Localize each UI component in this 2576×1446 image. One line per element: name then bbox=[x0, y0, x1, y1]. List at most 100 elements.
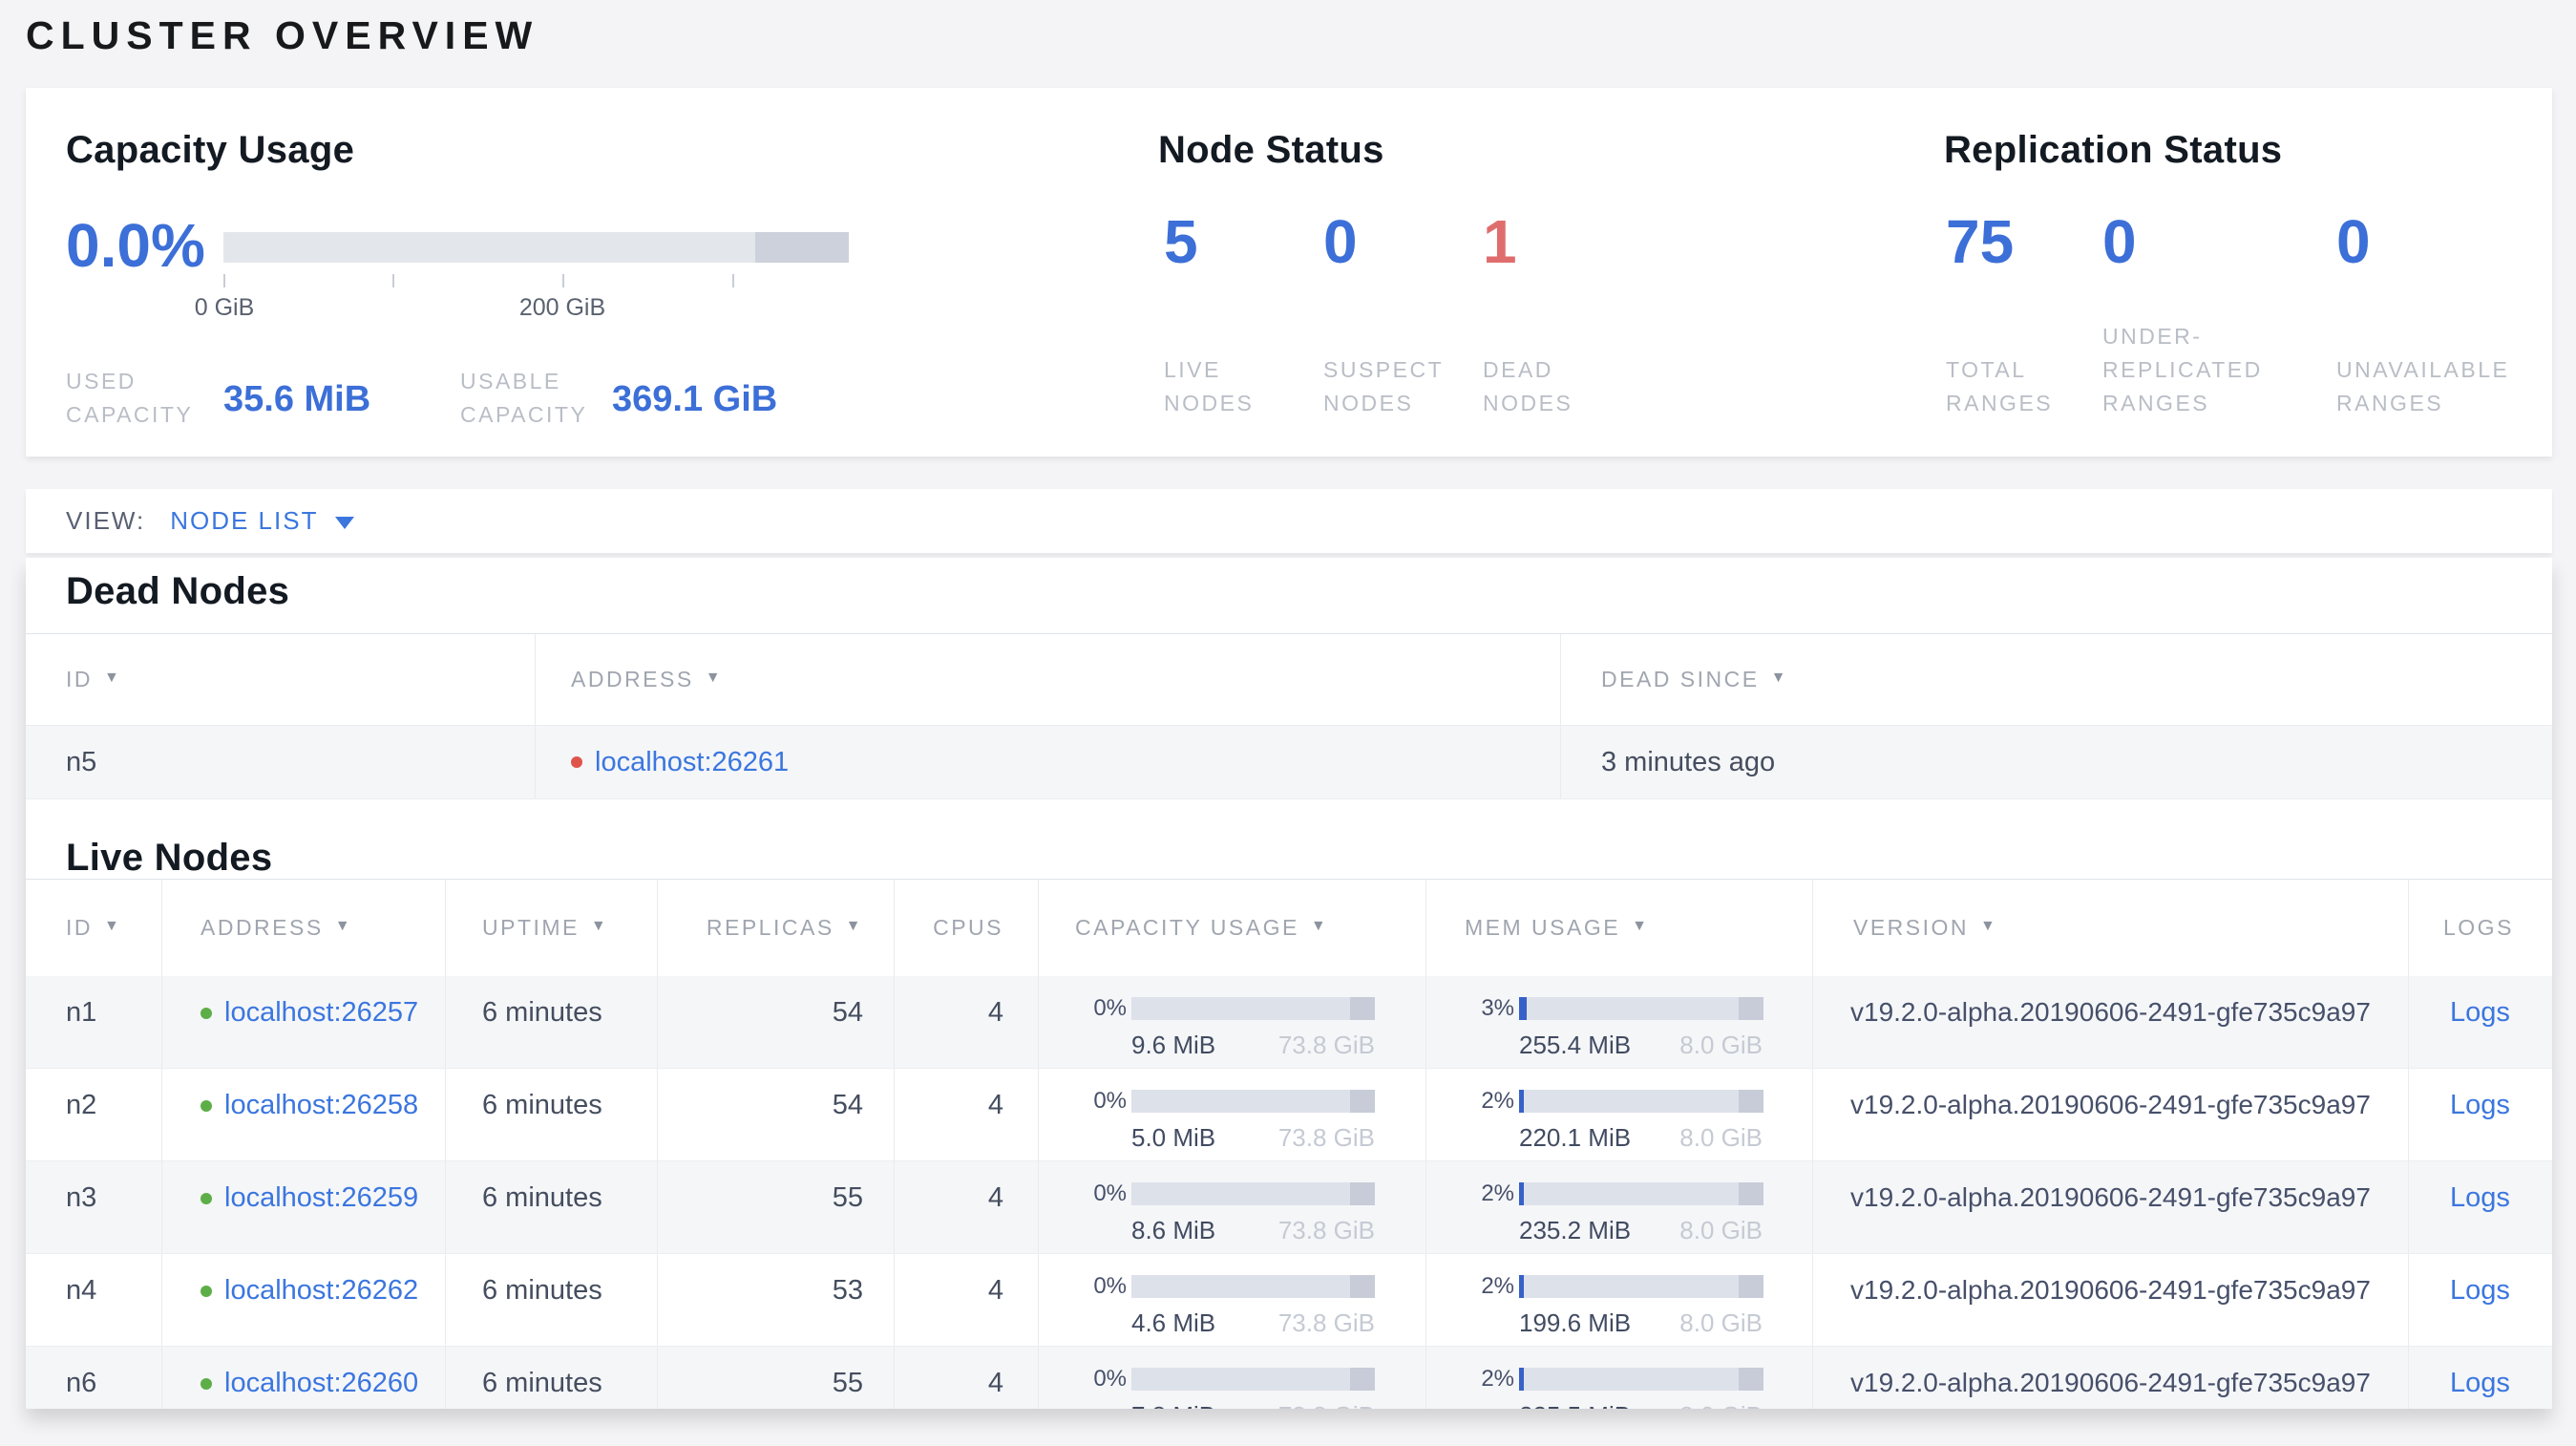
logs-link[interactable]: Logs bbox=[2450, 1368, 2510, 1398]
col-header-version[interactable]: VERSION ▼ bbox=[1813, 880, 2409, 976]
node-address-cell: localhost:26259 bbox=[162, 1161, 446, 1253]
capacity-minibar bbox=[1131, 1182, 1375, 1205]
mem-minibar bbox=[1519, 1368, 1763, 1391]
sort-desc-icon: ▼ bbox=[104, 917, 122, 934]
capacity-total-value: 73.8 GiB bbox=[1277, 1123, 1375, 1152]
capacity-used-percent: 0.0% bbox=[66, 211, 205, 280]
col-header-mem-usage[interactable]: MEM USAGE ▼ bbox=[1426, 880, 1813, 976]
logs-cell: Logs bbox=[2409, 1161, 2552, 1253]
total-ranges-label: TOTAL RANGES bbox=[1946, 357, 2054, 415]
logs-link[interactable]: Logs bbox=[2450, 997, 2510, 1028]
node-address-link[interactable]: localhost:26262 bbox=[224, 1275, 418, 1307]
dead-nodes-stat: 1 DEAD NODES bbox=[1483, 207, 1642, 420]
replicas-cell: 55 bbox=[658, 1347, 895, 1409]
view-dropdown[interactable]: NODE LIST bbox=[170, 506, 355, 536]
capacity-minibar bbox=[1131, 1368, 1375, 1391]
node-live-dot-icon bbox=[201, 1193, 212, 1204]
capacity-pct: 0% bbox=[1093, 1088, 1127, 1114]
live-node-row: n3 localhost:26259 6 minutes 55 4 0% 8.6… bbox=[26, 1161, 2552, 1254]
logs-cell: Logs bbox=[2409, 976, 2552, 1068]
node-address-cell: localhost:26260 bbox=[162, 1347, 446, 1409]
node-address-cell: localhost:26258 bbox=[162, 1069, 446, 1160]
cpus-cell: 4 bbox=[895, 1161, 1039, 1253]
mem-used-value: 220.1 MiB bbox=[1519, 1123, 1632, 1152]
node-address-link[interactable]: localhost:26257 bbox=[224, 997, 418, 1029]
node-id-cell: n4 bbox=[26, 1254, 162, 1346]
mem-minibar bbox=[1519, 1090, 1763, 1113]
version-cell: v19.2.0-alpha.20190606-2491-gfe735c9a97 bbox=[1813, 1254, 2409, 1346]
dead-col-header-id[interactable]: ID ▼ bbox=[26, 634, 536, 725]
dead-nodes-table: ID ▼ ADDRESS ▼ DEAD SINCE ▼ n5 localhost… bbox=[26, 633, 2552, 799]
node-address-link[interactable]: localhost:26258 bbox=[224, 1090, 418, 1121]
capacity-usage-cell: 0% 4.6 MiB 73.8 GiB bbox=[1039, 1254, 1426, 1346]
logs-link[interactable]: Logs bbox=[2450, 1275, 2510, 1306]
axis-label-200gib: 200 GiB bbox=[518, 294, 606, 321]
live-node-row: n1 localhost:26257 6 minutes 54 4 0% 9.6… bbox=[26, 976, 2552, 1069]
mem-usage-cell: 2% 199.6 MiB 8.0 GiB bbox=[1426, 1254, 1813, 1346]
logs-link[interactable]: Logs bbox=[2450, 1090, 2510, 1120]
sort-desc-icon: ▼ bbox=[334, 917, 353, 934]
uptime-cell: 6 minutes bbox=[446, 1069, 658, 1160]
capacity-pct: 0% bbox=[1093, 1273, 1127, 1299]
logs-link[interactable]: Logs bbox=[2450, 1182, 2510, 1213]
replication-status-heading: Replication Status bbox=[1944, 129, 2283, 171]
col-header-replicas[interactable]: REPLICAS ▼ bbox=[658, 880, 895, 976]
live-nodes-table-header: ID ▼ ADDRESS ▼ UPTIME ▼ REPLICAS ▼ CPUS … bbox=[26, 880, 2552, 976]
suspect-nodes-count: 0 bbox=[1323, 207, 1358, 276]
capacity-total-value: 73.8 GiB bbox=[1277, 1308, 1375, 1337]
version-cell: v19.2.0-alpha.20190606-2491-gfe735c9a97 bbox=[1813, 976, 2409, 1068]
node-live-dot-icon bbox=[201, 1008, 212, 1019]
capacity-minibar bbox=[1131, 1090, 1375, 1113]
node-address-link[interactable]: localhost:26260 bbox=[224, 1368, 418, 1399]
col-header-uptime[interactable]: UPTIME ▼ bbox=[446, 880, 658, 976]
cluster-summary-card: Capacity Usage 0.0% 0 GiB 200 GiB USED C… bbox=[26, 88, 2552, 457]
capacity-minibar bbox=[1131, 997, 1375, 1020]
replicas-cell: 54 bbox=[658, 976, 895, 1068]
live-nodes-table: ID ▼ ADDRESS ▼ UPTIME ▼ REPLICAS ▼ CPUS … bbox=[26, 879, 2552, 1409]
node-status-heading: Node Status bbox=[1158, 129, 1384, 171]
dead-col-header-dead-since[interactable]: DEAD SINCE ▼ bbox=[1561, 634, 2552, 725]
dead-col-header-address[interactable]: ADDRESS ▼ bbox=[536, 634, 1561, 725]
mem-total-value: 8.0 GiB bbox=[1679, 1123, 1763, 1152]
node-address-link[interactable]: localhost:26261 bbox=[595, 747, 789, 778]
sort-desc-icon: ▼ bbox=[1980, 917, 1998, 934]
uptime-cell: 6 minutes bbox=[446, 1161, 658, 1253]
col-header-capacity-usage[interactable]: CAPACITY USAGE ▼ bbox=[1039, 880, 1426, 976]
under-replicated-ranges-stat: 0 UNDER- REPLICATED RANGES bbox=[2102, 207, 2336, 420]
page-title: CLUSTER OVERVIEW bbox=[26, 13, 539, 57]
mem-used-value: 235.2 MiB bbox=[1519, 1216, 1632, 1244]
col-header-id[interactable]: ID ▼ bbox=[26, 880, 162, 976]
mem-minibar bbox=[1519, 1182, 1763, 1205]
under-replicated-count: 0 bbox=[2102, 207, 2137, 276]
sort-desc-icon: ▼ bbox=[1632, 917, 1650, 934]
col-header-cpus: CPUS bbox=[895, 880, 1039, 976]
node-address-link[interactable]: localhost:26259 bbox=[224, 1182, 418, 1214]
cpus-cell: 4 bbox=[895, 976, 1039, 1068]
view-label: VIEW: bbox=[66, 506, 146, 535]
sort-desc-icon: ▼ bbox=[1770, 669, 1788, 686]
live-node-row: n4 localhost:26262 6 minutes 53 4 0% 4.6… bbox=[26, 1254, 2552, 1347]
mem-used-value: 255.4 MiB bbox=[1519, 1031, 1632, 1059]
mem-used-value: 199.6 MiB bbox=[1519, 1308, 1632, 1337]
axis-tick bbox=[223, 274, 225, 287]
dead-nodes-section-heading: Dead Nodes bbox=[66, 570, 290, 612]
mem-usage-cell: 2% 220.1 MiB 8.0 GiB bbox=[1426, 1069, 1813, 1160]
capacity-usage-cell: 0% 5.0 MiB 73.8 GiB bbox=[1039, 1069, 1426, 1160]
capacity-used-value: 9.6 MiB bbox=[1131, 1031, 1216, 1059]
cpus-cell: 4 bbox=[895, 1254, 1039, 1346]
mem-pct: 2% bbox=[1481, 1088, 1514, 1114]
mem-total-value: 8.0 GiB bbox=[1679, 1308, 1763, 1337]
logs-cell: Logs bbox=[2409, 1347, 2552, 1409]
sort-desc-icon: ▼ bbox=[705, 669, 724, 686]
dead-since-cell: 3 minutes ago bbox=[1601, 746, 1776, 777]
replication-stats: 75 TOTAL RANGES 0 UNDER- REPLICATED RANG… bbox=[1946, 207, 2561, 420]
uptime-cell: 6 minutes bbox=[446, 976, 658, 1068]
replicas-cell: 55 bbox=[658, 1161, 895, 1253]
capacity-pct: 0% bbox=[1093, 1366, 1127, 1392]
mem-pct: 2% bbox=[1481, 1366, 1514, 1392]
node-id-cell: n6 bbox=[26, 1347, 162, 1409]
col-header-address[interactable]: ADDRESS ▼ bbox=[162, 880, 446, 976]
replicas-cell: 53 bbox=[658, 1254, 895, 1346]
mem-pct: 3% bbox=[1481, 995, 1514, 1021]
node-live-dot-icon bbox=[201, 1100, 212, 1112]
